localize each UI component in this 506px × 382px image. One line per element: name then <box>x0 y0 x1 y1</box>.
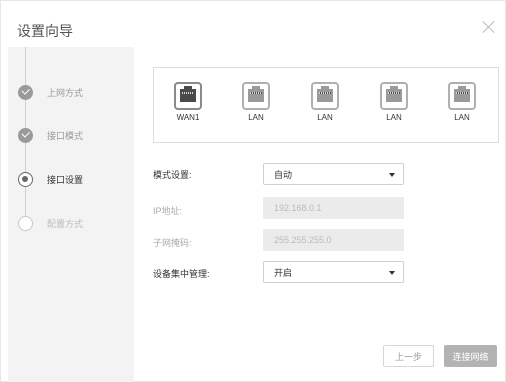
mode-label: 模式设置: <box>153 170 192 180</box>
setup-wizard-dialog: 设置向导 上网方式 接口模式 接口设置 配置方式 WAN1 LAN LAN LA… <box>0 0 506 382</box>
ethernet-port-icon <box>174 82 202 110</box>
step-label: 上网方式 <box>47 87 84 98</box>
connect-network-button[interactable]: 连接网络 <box>444 345 497 367</box>
check-circle-icon <box>18 127 33 143</box>
check-circle-icon <box>18 84 33 100</box>
step-interface-settings: 接口设置 <box>18 171 83 187</box>
central-management-value: 开启 <box>274 267 293 278</box>
port-label: LAN <box>317 113 333 122</box>
step-label: 配置方式 <box>47 218 84 229</box>
central-management-select[interactable]: 开启 <box>263 261 404 283</box>
ethernet-port-icon <box>448 82 476 110</box>
mode-select[interactable]: 自动 <box>263 163 404 185</box>
port-label: LAN <box>386 113 402 122</box>
mode-select-value: 自动 <box>274 169 293 180</box>
current-step-icon <box>18 171 33 187</box>
port-wan1: WAN1 <box>168 82 208 122</box>
pending-step-icon <box>18 215 33 231</box>
step-label: 接口设置 <box>47 174 84 185</box>
port-label: WAN1 <box>176 113 200 122</box>
step-config-method: 配置方式 <box>18 215 83 231</box>
step-label: 接口模式 <box>47 130 84 141</box>
close-icon[interactable] <box>481 19 497 35</box>
step-interface-mode: 接口模式 <box>18 127 83 143</box>
dialog-title: 设置向导 <box>17 23 73 39</box>
port-lan: LAN <box>442 82 482 122</box>
ethernet-port-icon <box>311 82 339 110</box>
central-management-label: 设备集中管理: <box>153 269 210 279</box>
ethernet-port-icon <box>242 82 270 110</box>
port-label: LAN <box>454 113 470 122</box>
port-lan: LAN <box>236 82 276 122</box>
subnet-mask-label: 子网掩码: <box>153 238 192 248</box>
port-lan: LAN <box>305 82 345 122</box>
subnet-mask-field: 255.255.255.0 <box>263 229 404 251</box>
port-lan: LAN <box>374 82 414 122</box>
subnet-mask-value: 255.255.255.0 <box>274 235 332 245</box>
port-label: LAN <box>248 113 264 122</box>
ethernet-port-icon <box>380 82 408 110</box>
ip-address-label: IP地址: <box>153 206 183 216</box>
ip-address-field: 192.168.0.1 <box>263 197 404 219</box>
step-internet-mode: 上网方式 <box>18 84 83 100</box>
ip-address-value: 192.168.0.1 <box>274 203 322 213</box>
port-panel: WAN1 LAN LAN LAN LAN <box>153 67 499 143</box>
previous-step-button[interactable]: 上一步 <box>383 345 434 367</box>
